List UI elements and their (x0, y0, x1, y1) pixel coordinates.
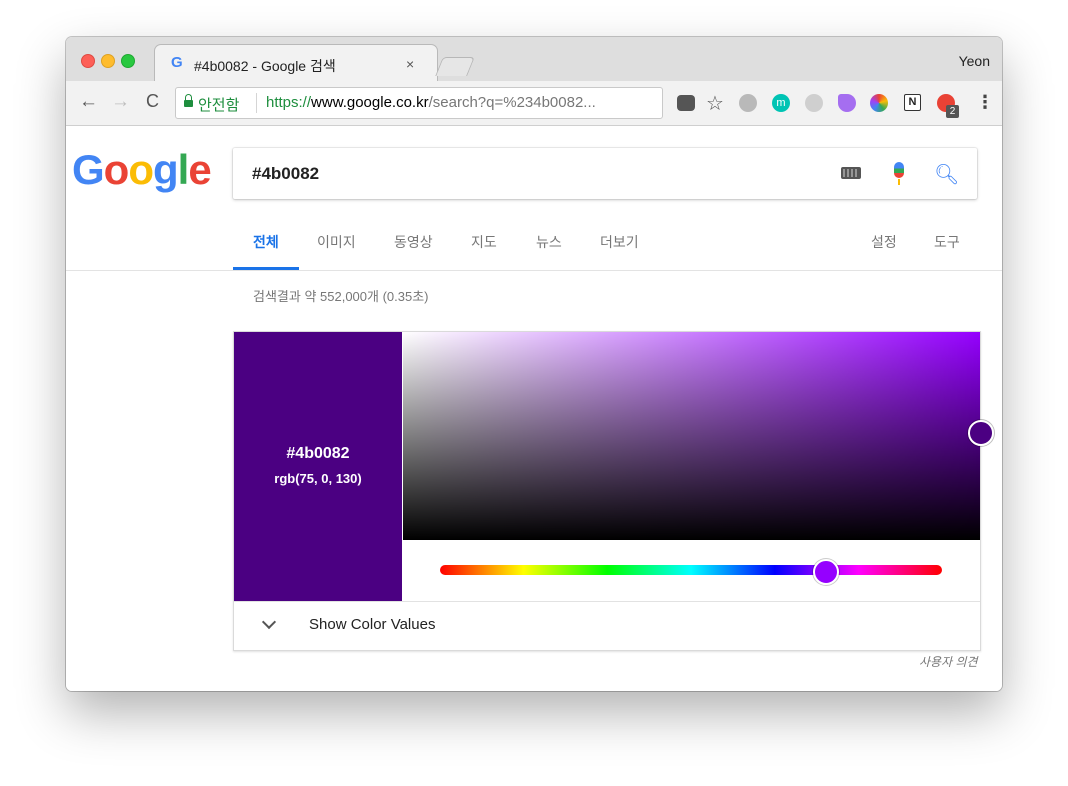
show-color-values-button[interactable]: Show Color Values (309, 616, 435, 633)
tab-all[interactable]: 전체 (253, 232, 279, 252)
url-text[interactable]: https://www.google.co.kr/search?q=%234b0… (266, 94, 596, 111)
settings-link[interactable]: 설정 (871, 232, 897, 252)
close-window-button[interactable] (81, 54, 95, 68)
reload-icon[interactable]: C (146, 91, 159, 112)
logo-letter: o (103, 146, 130, 193)
search-icon[interactable]: 🔍︎ (934, 162, 959, 187)
address-bar[interactable]: 안전함 https://www.google.co.kr/search?q=%2… (175, 87, 663, 119)
search-box[interactable]: #4b0082 🔍︎ (233, 148, 977, 199)
bookmark-star-icon[interactable]: ☆ (706, 91, 724, 116)
feedback-link[interactable]: 사용자 의견 (919, 653, 978, 670)
tab-news[interactable]: 뉴스 (536, 232, 562, 252)
hex-value: #4b0082 (286, 445, 350, 462)
rgb-value: rgb(75, 0, 130) (274, 471, 362, 486)
logo-letter: e (188, 146, 211, 193)
new-tab-button[interactable] (435, 57, 475, 76)
keyboard-icon[interactable] (841, 167, 861, 179)
url-scheme: https:// (266, 94, 312, 111)
tab-maps[interactable]: 지도 (471, 232, 497, 252)
pocket-icon[interactable] (677, 95, 695, 111)
lock-icon (184, 94, 193, 107)
menu-icon[interactable]: ⋮ (976, 92, 994, 113)
chevron-down-icon[interactable] (261, 614, 277, 630)
logo-letter: o (128, 146, 154, 193)
tab-title: #4b0082 - Google 검색 (194, 58, 336, 74)
pie-extension-icon[interactable] (838, 94, 856, 112)
show-values-row[interactable]: Show Color Values (234, 601, 980, 651)
microphone-icon[interactable] (894, 162, 904, 185)
omnibox-divider (256, 93, 257, 113)
profile-name[interactable]: Yeon (959, 53, 990, 69)
m-extension-icon[interactable]: m (772, 94, 790, 112)
saturation-value-area[interactable] (403, 332, 980, 540)
tab-more[interactable]: 더보기 (600, 232, 639, 252)
hue-slider[interactable] (440, 565, 942, 575)
logo-letter: l (177, 146, 190, 193)
hue-slider-handle[interactable] (813, 559, 839, 585)
globe-icon[interactable] (739, 94, 757, 112)
logo-letter: G (72, 146, 105, 193)
minimize-window-button[interactable] (101, 54, 115, 68)
active-tab-underline (233, 267, 299, 270)
forward-arrow-icon[interactable]: → (111, 91, 130, 113)
color-picker-card: #4b0082 rgb(75, 0, 130) Show Color Value… (233, 331, 981, 651)
url-host: www.google.co.kr (311, 94, 429, 111)
search-input[interactable]: #4b0082 (252, 164, 319, 184)
google-results-page: Google #4b0082 🔍︎ 전체 이미지 동영상 지도 뉴스 더보기 설… (66, 126, 1002, 691)
extension-badge: 2 (946, 105, 959, 118)
browser-toolbar: ← → C 안전함 https://www.google.co.kr/searc… (66, 81, 1002, 126)
google-favicon-icon: G (171, 54, 183, 71)
google-logo[interactable]: Google (72, 146, 212, 194)
title-bar: G #4b0082 - Google 검색 × Yeon (66, 37, 1002, 83)
tools-link[interactable]: 도구 (934, 232, 960, 252)
n-extension-icon[interactable]: N (904, 94, 921, 111)
tab-images[interactable]: 이미지 (317, 232, 356, 252)
color-selection-handle[interactable] (968, 420, 994, 446)
zoom-window-button[interactable] (121, 54, 135, 68)
camera-extension-icon[interactable] (805, 94, 823, 112)
color-swatch: #4b0082 rgb(75, 0, 130) (234, 332, 402, 601)
logo-letter: g (152, 146, 179, 193)
tab-close-icon[interactable]: × (406, 56, 414, 72)
color-wheel-icon[interactable] (870, 94, 888, 112)
secure-label: 안전함 (198, 97, 240, 114)
tab-videos[interactable]: 동영상 (394, 232, 433, 252)
search-nav: 전체 이미지 동영상 지도 뉴스 더보기 설정 도구 (66, 222, 1002, 271)
url-path: /search?q=%234b0082... (428, 94, 596, 111)
result-stats: 검색결과 약 552,000개 (0.35초) (253, 289, 429, 304)
browser-window: G #4b0082 - Google 검색 × Yeon ← → C 안전함 h… (66, 37, 1002, 691)
back-arrow-icon[interactable]: ← (79, 91, 98, 113)
